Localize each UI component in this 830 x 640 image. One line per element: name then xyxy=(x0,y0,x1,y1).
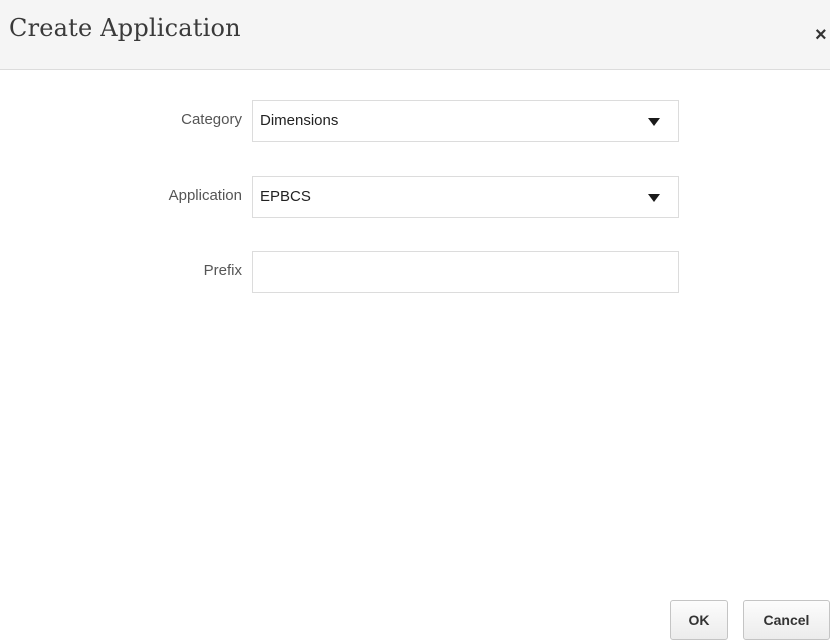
ok-button[interactable]: OK xyxy=(670,600,728,640)
application-selected-value: EPBCS xyxy=(260,188,311,205)
cancel-button[interactable]: Cancel xyxy=(743,600,830,640)
dialog-title: Create Application xyxy=(9,14,241,42)
category-select[interactable]: Dimensions xyxy=(252,100,679,142)
close-icon[interactable]: × xyxy=(815,24,830,46)
dropdown-arrow-icon xyxy=(648,194,660,202)
prefix-input[interactable] xyxy=(252,251,679,293)
prefix-label: Prefix xyxy=(203,262,242,279)
dropdown-arrow-icon xyxy=(648,118,660,126)
category-selected-value: Dimensions xyxy=(260,112,339,129)
category-label: Category xyxy=(181,111,242,128)
dialog-header: Create Application × xyxy=(0,0,830,70)
application-select[interactable]: EPBCS xyxy=(252,176,679,218)
application-label: Application xyxy=(168,187,242,204)
